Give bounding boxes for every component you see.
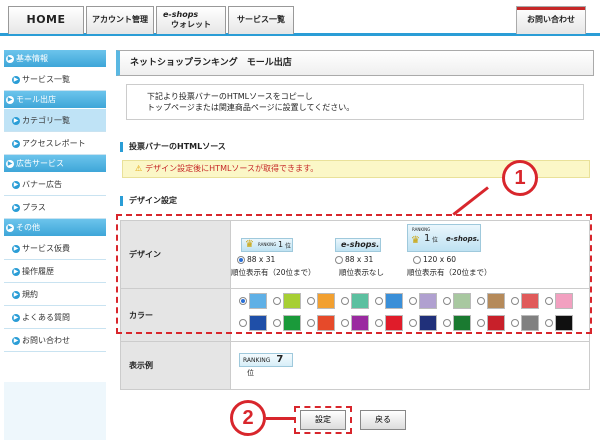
sidebar-section-title: 広告サービス (16, 159, 64, 168)
intro-line-2: トップページまたは関連商品ページに設置してください。 (147, 103, 355, 112)
arrow-right-icon: ▶ (12, 116, 20, 125)
sidebar-item-label: プラス (22, 203, 46, 212)
sidebar-item-banner-ads[interactable]: ▶ バナー広告 (4, 173, 106, 196)
sidebar-section-title: 基本情報 (16, 54, 48, 63)
main-content: ネットショップランキング モール出店 下記より投票バナーのHTMLソースをコピー… (116, 50, 594, 390)
sidebar-item-label: サービス一覧 (22, 75, 70, 84)
arrow-right-icon: ▶ (12, 290, 20, 299)
annotation-badge-1: 1 (502, 160, 538, 196)
arrow-right-icon: ▶ (12, 180, 20, 189)
arrow-right-icon: ▶ (12, 203, 20, 212)
sidebar-item-label: 規約 (22, 290, 38, 299)
tab-contact[interactable]: お問い合わせ (516, 6, 586, 34)
preview-label: 表示例 (120, 341, 231, 390)
tab-service-list[interactable]: サービス一覧 (228, 6, 294, 34)
tab-wallet-line2: ウォレット (171, 20, 211, 29)
arrow-right-icon: ▶ (12, 313, 20, 322)
sidebar-item-plus[interactable]: ▶ プラス (4, 196, 106, 219)
notice-text: デザイン設定後にHTMLソースが取得できます。 (145, 164, 319, 173)
tab-account[interactable]: アカウント管理 (86, 6, 154, 34)
sidebar-item-category-list[interactable]: ▶ カテゴリ一覧 (4, 109, 106, 132)
arrow-right-icon: ▶ (6, 159, 14, 168)
sidebar-section-ads: ▶ 広告サービス (4, 155, 106, 173)
sidebar: ▶ 基本情報 ▶ サービス一覧 ▶ モール出店 ▶ カテゴリ一覧 ▶ アクセスレポート ▶… (4, 50, 106, 352)
arrow-right-icon: ▶ (12, 244, 20, 253)
sidebar-item-contact[interactable]: ▶ お問い合わせ (4, 329, 106, 352)
sidebar-item-terms[interactable]: ▶ 規約 (4, 283, 106, 306)
sidebar-background (4, 382, 106, 440)
arrow-right-icon: ▶ (12, 267, 20, 276)
sidebar-section-mall: ▶ モール出店 (4, 91, 106, 109)
sidebar-item-label: サービス仮費 (22, 244, 70, 253)
sidebar-item-label: バナー広告 (22, 180, 62, 189)
sidebar-item-service-list[interactable]: ▶ サービス一覧 (4, 68, 106, 91)
sidebar-section-other: ▶ その他 (4, 219, 106, 237)
preview-ranking-text: RANKING (243, 357, 271, 364)
arrow-right-icon: ▶ (6, 95, 14, 104)
sidebar-item-label: よくある質問 (22, 313, 70, 322)
preview-rank-unit: 位 (247, 369, 254, 377)
sidebar-item-label: お問い合わせ (22, 336, 70, 345)
tab-contact-accent (517, 7, 585, 10)
annotation-arrow-2 (266, 417, 296, 420)
preview-rank-number: 7 (276, 354, 284, 365)
sidebar-item-label: カテゴリ一覧 (22, 116, 70, 125)
intro-box: 下記より投票バナーのHTMLソースをコピーし トップページまたは関連商品ページに… (126, 84, 584, 120)
annotation-arrow-1 (452, 186, 489, 216)
sidebar-item-label: 操作履歴 (22, 267, 54, 276)
warning-icon: ⚠ (135, 164, 143, 173)
tab-wallet[interactable]: e-shops ウォレット (156, 6, 226, 34)
submit-highlight (294, 406, 352, 434)
sidebar-item-faq[interactable]: ▶ よくある質問 (4, 306, 106, 329)
annotation-badge-2: 2 (230, 400, 266, 436)
arrow-right-icon: ▶ (6, 54, 14, 63)
back-button[interactable]: 戻る (360, 410, 406, 430)
arrow-right-icon: ▶ (12, 139, 20, 148)
intro-line-1: 下記より投票バナーのHTMLソースをコピーし (147, 92, 313, 101)
sidebar-section-title: その他 (16, 223, 40, 232)
arrow-right-icon: ▶ (6, 223, 14, 232)
top-nav: HOME アカウント管理 e-shops ウォレット サービス一覧 お問い合わせ (0, 0, 600, 36)
sidebar-item-operation-history[interactable]: ▶ 操作履歴 (4, 260, 106, 283)
tab-home[interactable]: HOME (8, 6, 84, 34)
tab-contact-label: お問い合わせ (527, 15, 575, 24)
tab-wallet-line1: e-shops (163, 10, 199, 19)
page-title: ネットショップランキング モール出店 (116, 50, 594, 76)
ranking-banner-preview: RANKING 7 位 (239, 353, 293, 377)
sidebar-section-title: モール出店 (16, 95, 56, 104)
preview-cell: RANKING 7 位 (230, 341, 590, 390)
design-section-title: デザイン設定 (120, 196, 177, 206)
arrow-right-icon: ▶ (12, 75, 20, 84)
sidebar-item-label: アクセスレポート (22, 139, 86, 148)
sidebar-item-access-report[interactable]: ▶ アクセスレポート (4, 132, 106, 155)
html-source-section-title: 投票バナーのHTMLソース (120, 142, 226, 152)
arrow-right-icon: ▶ (12, 336, 20, 345)
design-color-highlight (116, 214, 592, 334)
sidebar-item-service-fee[interactable]: ▶ サービス仮費 (4, 237, 106, 260)
sidebar-section-basic: ▶ 基本情報 (4, 50, 106, 68)
